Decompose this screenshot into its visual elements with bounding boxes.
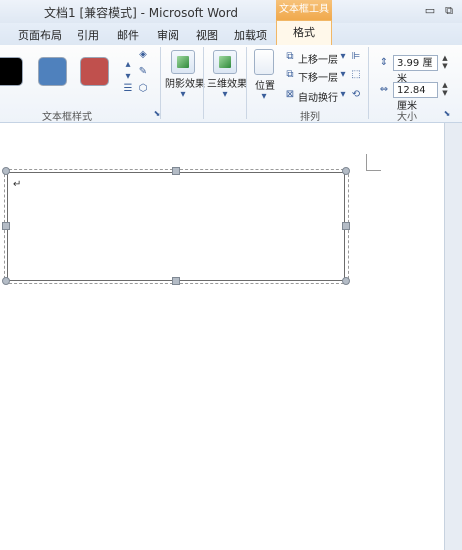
chevron-down-icon: ▾ <box>340 51 346 62</box>
three-d-effects-icon[interactable] <box>213 50 237 74</box>
group-label-size: 大小 <box>397 112 417 123</box>
gallery-scroll-up-icon[interactable]: ▴ <box>121 59 135 71</box>
rotate-icon[interactable]: ⟲ <box>349 89 363 101</box>
position-icon[interactable] <box>254 49 274 75</box>
width-spin-up-icon[interactable]: ▲ <box>441 82 449 89</box>
group-label-arrange: 排列 <box>300 112 320 123</box>
restore-icon[interactable]: ⧉ <box>442 4 456 18</box>
shadow-effects-icon[interactable] <box>171 50 195 74</box>
group-separator <box>368 47 369 119</box>
bring-forward-button[interactable]: 上移一层 <box>298 51 338 66</box>
ribbon: ▴ ▾ ☰ ◈ ✎ ⬡ 文本框样式 ⬊ 阴影效果 ▾ 三维效果 ▾ 位置 ▾ ⧉… <box>0 45 462 123</box>
style-swatch-blue[interactable] <box>38 57 67 86</box>
resize-handle-bottom-right[interactable] <box>342 277 350 285</box>
shape-fill-icon[interactable]: ◈ <box>136 49 150 61</box>
chevron-down-icon: ▾ <box>222 89 228 100</box>
group-label-text-box-styles: 文本框样式 <box>42 112 92 123</box>
resize-handle-top-right[interactable] <box>342 167 350 175</box>
wrap-text-icon[interactable]: ⊠ <box>283 89 297 101</box>
style-swatch-red[interactable] <box>80 57 109 86</box>
height-spin-up-icon[interactable]: ▲ <box>441 55 449 62</box>
shape-width-icon: ⇔ <box>379 84 389 95</box>
wrap-text-button[interactable]: 自动换行 <box>298 89 338 104</box>
resize-handle-bottom-left[interactable] <box>2 277 10 285</box>
group-icon[interactable]: ⬚ <box>349 69 363 81</box>
shape-height-icon: ⇕ <box>379 57 389 68</box>
align-icon[interactable]: ⊫ <box>349 51 363 63</box>
send-backward-button[interactable]: 下移一层 <box>298 69 338 84</box>
chevron-down-icon: ▾ <box>261 91 267 102</box>
bring-forward-icon[interactable]: ⧉ <box>283 51 297 63</box>
tab-page-layout[interactable]: 页面布局 <box>18 27 62 43</box>
page-margin-corner-mark <box>366 154 381 171</box>
gallery-more-icon[interactable]: ☰ <box>121 83 135 95</box>
ribbon-tab-row: 页面布局 引用 邮件 审阅 视图 加载项 <box>0 23 462 46</box>
change-shape-icon[interactable]: ⬡ <box>136 83 150 95</box>
group-separator <box>203 47 204 119</box>
chevron-down-icon: ▾ <box>340 69 346 80</box>
resize-handle-bottom[interactable] <box>172 277 180 285</box>
height-spin-down-icon[interactable]: ▼ <box>441 63 449 70</box>
chevron-down-icon: ▾ <box>180 89 186 100</box>
style-swatch-black[interactable] <box>0 57 23 86</box>
text-caret: ↵ <box>13 179 22 190</box>
window-title: 文档1 [兼容模式] - Microsoft Word <box>44 6 239 20</box>
resize-handle-top[interactable] <box>172 167 180 175</box>
three-d-effects-button[interactable]: 三维效果 <box>207 75 247 90</box>
send-backward-icon[interactable]: ⧉ <box>283 69 297 81</box>
shadow-effects-button[interactable]: 阴影效果 <box>165 75 205 90</box>
group-separator <box>246 47 247 119</box>
resize-handle-right[interactable] <box>342 222 350 230</box>
minimize-icon[interactable]: ▭ <box>423 4 437 18</box>
vertical-scrollbar[interactable] <box>444 123 462 550</box>
resize-handle-top-left[interactable] <box>2 167 10 175</box>
tab-format[interactable]: 格式 <box>276 20 332 45</box>
dialog-launcher-icon[interactable]: ⬊ <box>440 108 454 120</box>
tab-references[interactable]: 引用 <box>77 27 99 43</box>
position-button[interactable]: 位置 <box>255 77 275 92</box>
shape-height-input[interactable]: 3.99 厘米 <box>393 55 438 85</box>
title-bar: 文档1 [兼容模式] - Microsoft Word 文本框工具 ▭ ⧉ <box>0 0 462 23</box>
text-box[interactable] <box>7 172 345 281</box>
tab-add-ins[interactable]: 加载项 <box>234 27 267 43</box>
dialog-launcher-icon[interactable]: ⬊ <box>150 108 164 120</box>
shape-width-input[interactable]: 12.84 厘米 <box>393 82 438 112</box>
tab-view[interactable]: 视图 <box>196 27 218 43</box>
chevron-down-icon: ▾ <box>340 89 346 100</box>
group-separator <box>160 47 161 119</box>
resize-handle-left[interactable] <box>2 222 10 230</box>
contextual-tab-group-label: 文本框工具 <box>276 0 332 20</box>
width-spin-down-icon[interactable]: ▼ <box>441 90 449 97</box>
tab-review[interactable]: 审阅 <box>157 27 179 43</box>
gallery-scroll-down-icon[interactable]: ▾ <box>121 71 135 83</box>
tab-mailings[interactable]: 邮件 <box>117 27 139 43</box>
shape-outline-icon[interactable]: ✎ <box>136 66 150 78</box>
